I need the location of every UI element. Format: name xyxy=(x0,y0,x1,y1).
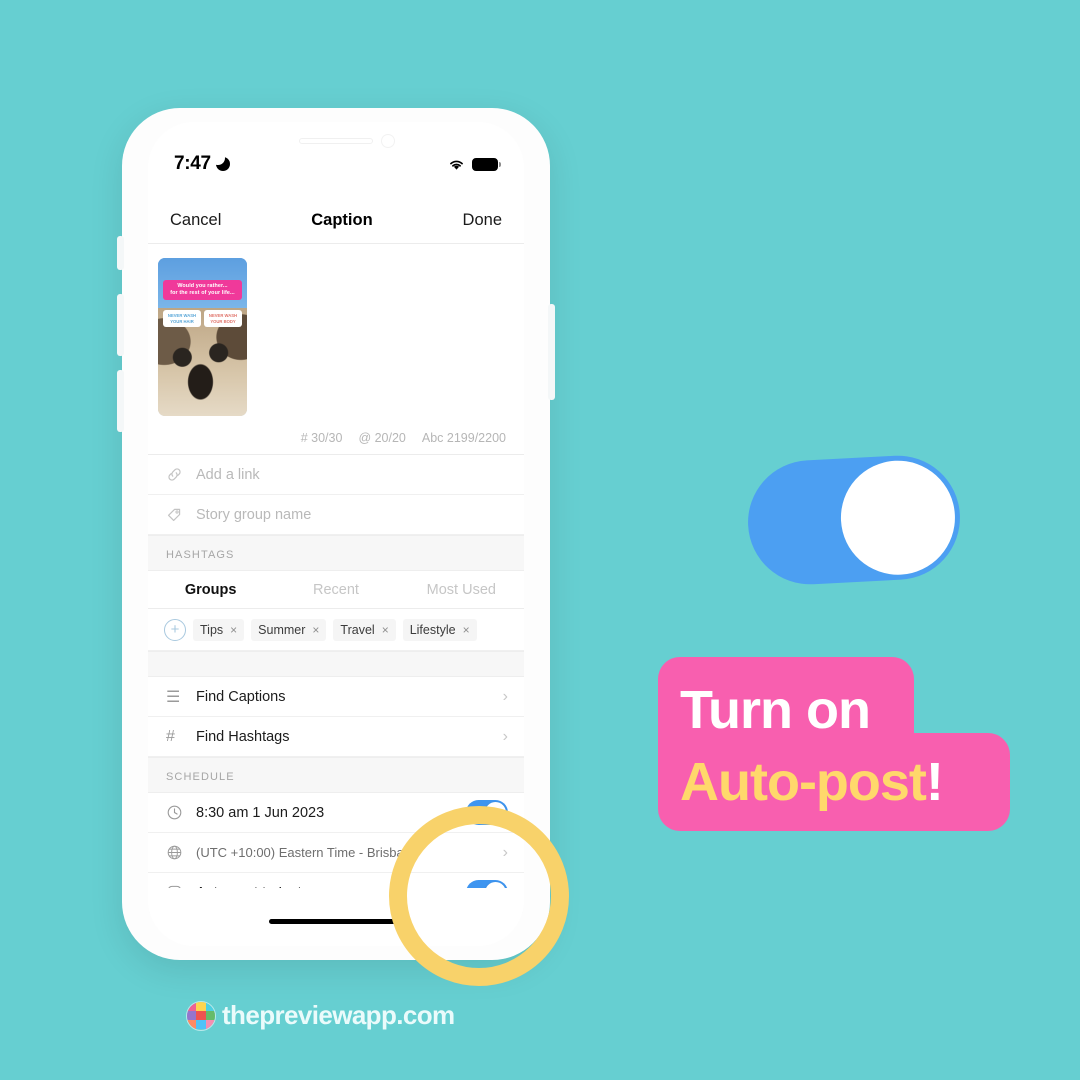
character-counter: Abc 2199/2200 xyxy=(421,431,506,445)
poll-b-line-1: NEVER WASH xyxy=(208,313,238,318)
add-link-row[interactable]: Add a link xyxy=(148,455,524,495)
link-icon xyxy=(166,466,196,483)
promo-headline-line2: Auto-post! xyxy=(680,751,944,813)
chip-remove-icon[interactable]: × xyxy=(382,623,389,637)
tag-icon xyxy=(166,506,196,523)
story-group-name-placeholder: Story group name xyxy=(196,506,312,523)
site-footer: thepreviewapp.com xyxy=(186,1000,455,1031)
promo-exclamation: ! xyxy=(925,752,944,812)
phone-mute-switch[interactable] xyxy=(117,236,124,270)
hashtags-section-label: HASHTAGS xyxy=(148,535,524,571)
poll-option-a: NEVER WASH YOUR HAIR xyxy=(163,310,201,328)
chip-label: Lifestyle xyxy=(409,622,456,637)
preview-app-logo xyxy=(186,1000,216,1031)
chip-remove-icon[interactable]: × xyxy=(230,623,237,637)
list-lines-icon: ☰ xyxy=(166,688,181,706)
chip-label: Travel xyxy=(340,622,375,637)
poll-a-line-2: YOUR HAIR xyxy=(170,318,194,324)
phone-power-button[interactable] xyxy=(548,304,555,400)
chip-remove-icon[interactable]: × xyxy=(463,623,470,637)
home-indicator[interactable] xyxy=(269,919,403,924)
hash-icon: # xyxy=(166,727,175,745)
done-button[interactable]: Done xyxy=(463,211,502,230)
chip-summer[interactable]: Summer × xyxy=(251,618,327,641)
poll-option-b: NEVER WASH YOUR BODY xyxy=(204,310,242,328)
tab-groups[interactable]: Groups xyxy=(148,571,273,608)
schedule-section-label: SCHEDULE xyxy=(148,757,524,793)
chip-tips[interactable]: Tips × xyxy=(193,618,245,641)
schedule-datetime-label: 8:30 am 1 Jun 2023 xyxy=(196,804,325,821)
story-group-name-row[interactable]: Story group name xyxy=(148,495,524,535)
crescent-moon-icon xyxy=(215,157,230,171)
tab-recent[interactable]: Recent xyxy=(273,571,398,608)
caption-nav-header: Cancel Caption Done xyxy=(148,198,524,244)
phone-notch: 7:47 xyxy=(148,122,524,184)
caption-text-input[interactable] xyxy=(247,258,524,416)
caption-counters: # 30/30 @ 20/20 Abc 2199/2200 xyxy=(148,426,524,455)
mention-counter: @ 20/20 xyxy=(358,431,406,445)
globe-icon xyxy=(166,844,196,861)
find-captions-label: Find Captions xyxy=(196,688,286,705)
front-camera-icon xyxy=(381,134,396,148)
find-hashtags-row[interactable]: # Find Hashtags › xyxy=(148,717,524,757)
clock-icon xyxy=(166,804,196,821)
thumbnail-question-sticker: Would you rather... for the rest of your… xyxy=(163,280,242,300)
find-captions-row[interactable]: ☰ Find Captions › xyxy=(148,677,524,717)
chip-label: Summer xyxy=(258,622,306,637)
wifi-icon xyxy=(450,160,463,170)
highlight-ring xyxy=(389,806,569,986)
phone-volume-down-button[interactable] xyxy=(117,370,124,432)
big-toggle-illustration[interactable] xyxy=(744,452,964,588)
status-bar: 7:47 xyxy=(148,150,524,178)
thumbnail-poll-options: NEVER WASH YOUR HAIR NEVER WASH YOUR BOD… xyxy=(163,310,242,328)
caption-editor-area: Would you rather... for the rest of your… xyxy=(148,244,524,426)
hashtag-group-chips: + Tips × Summer × Travel × Lifestyle × xyxy=(148,609,524,651)
battery-full-icon xyxy=(472,157,501,171)
hashtag-counter: # 30/30 xyxy=(300,431,343,445)
promo-headline-line2-text: Auto-post xyxy=(680,752,927,812)
sticker-line-1: Would you rather... xyxy=(177,283,228,289)
page-title: Caption xyxy=(311,211,373,229)
chip-remove-icon[interactable]: × xyxy=(312,623,319,637)
site-url-label: thepreviewapp.com xyxy=(222,1000,455,1030)
hashtag-tabs: Groups Recent Most Used xyxy=(148,571,524,609)
chip-lifestyle[interactable]: Lifestyle × xyxy=(402,618,477,641)
earpiece-speaker xyxy=(299,138,373,144)
promo-headline-line1: Turn on xyxy=(680,680,871,740)
chip-label: Tips xyxy=(200,622,224,637)
chevron-right-icon: › xyxy=(502,687,508,705)
cancel-button[interactable]: Cancel xyxy=(170,211,221,230)
chip-travel[interactable]: Travel × xyxy=(333,618,396,641)
find-hashtags-label: Find Hashtags xyxy=(196,728,290,745)
phone-volume-up-button[interactable] xyxy=(117,294,124,356)
status-bar-time: 7:47 xyxy=(174,153,211,174)
chevron-right-icon: › xyxy=(502,727,508,745)
add-link-placeholder: Add a link xyxy=(196,466,260,483)
poll-b-line-2: YOUR BODY xyxy=(210,318,236,324)
tab-most-used[interactable]: Most Used xyxy=(399,571,524,608)
poll-a-line-1: NEVER WASH xyxy=(167,313,197,318)
section-divider-band xyxy=(148,651,524,677)
story-thumbnail[interactable]: Would you rather... for the rest of your… xyxy=(158,258,247,416)
big-toggle-knob xyxy=(838,457,958,578)
plus-circle-icon[interactable]: + xyxy=(164,618,186,641)
promo-badge: Turn on Auto-post! xyxy=(658,657,1010,831)
sticker-line-2: for the rest of your life... xyxy=(170,290,235,296)
